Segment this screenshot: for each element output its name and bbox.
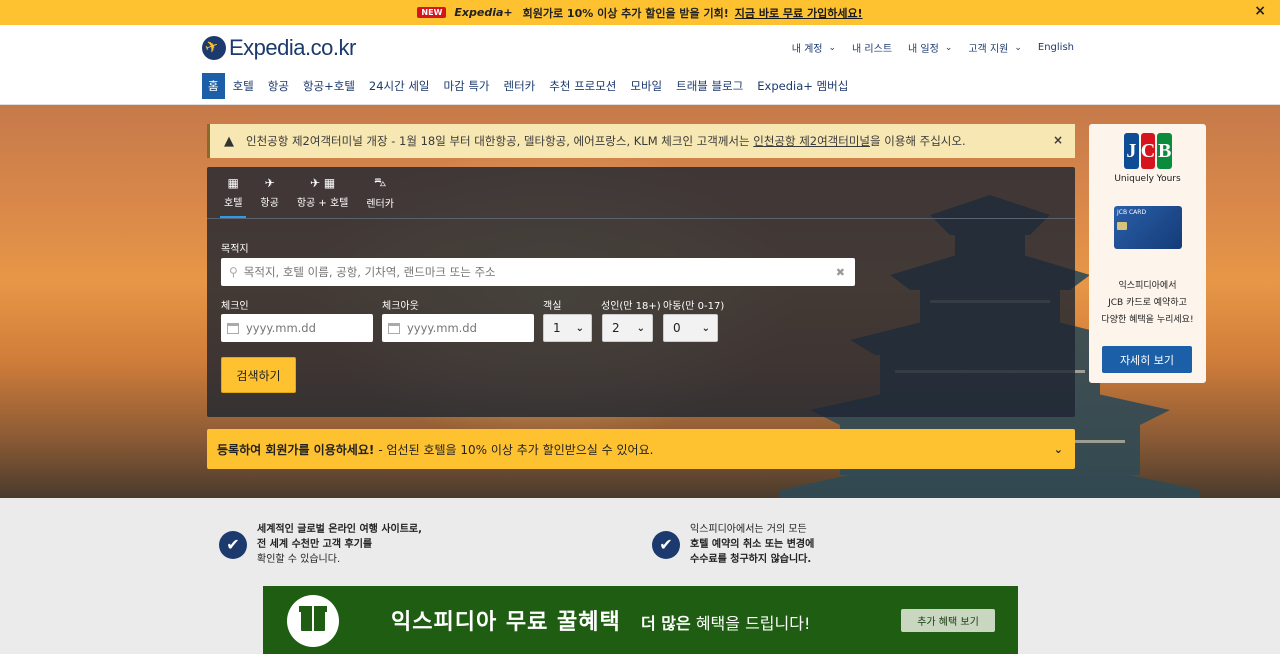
member-bar-text: - 엄선된 호텔을 10% 이상 추가 할인받으실 수 있어요.	[378, 442, 654, 457]
promo-text: 회원가로 10% 이상 추가 할인을 받을 기회!	[522, 6, 729, 20]
rooms-label: 객실	[543, 301, 562, 312]
jcb-text: 익스피디아에서 JCB 카드로 예약하고 다양한 혜택을 누리세요!	[1101, 281, 1194, 325]
support-link[interactable]: 고객 지원 ⌄	[968, 40, 1022, 56]
promo-close-icon[interactable]: ×	[1254, 3, 1266, 19]
search-panel: ▦ 호텔 ✈ 항공 ✈ ▦ 항공 + 호텔 ⛍ 렌터카 목적지 ⚲ ✖ 체크인 …	[207, 167, 1075, 417]
checkout-label: 체크아웃	[382, 301, 419, 312]
nav-promotions[interactable]: 추천 프로모션	[543, 73, 622, 99]
checkin-label: 체크인	[221, 301, 249, 312]
checkmark-icon: ✔	[219, 530, 247, 559]
destination-label: 목적지	[221, 244, 249, 255]
alert-text: 인천공항 제2여객터미널 개장 - 1월 18일 부터 대한항공, 델타항공, …	[246, 134, 966, 148]
tab-car-rental[interactable]: ⛍ 렌터카	[358, 167, 402, 218]
adults-label: 성인(만 18+)	[601, 301, 661, 312]
expedia-plus-brand: Expedia+	[454, 6, 513, 19]
card-chip	[1117, 222, 1127, 230]
building-icon: ▦	[227, 176, 239, 190]
english-link[interactable]: English	[1038, 40, 1074, 55]
chevron-down-icon: ⌄	[575, 322, 584, 334]
nav-mobile[interactable]: 모바일	[624, 73, 668, 99]
chevron-down-icon: ⌄	[1014, 42, 1022, 53]
search-tabs: ▦ 호텔 ✈ 항공 ✈ ▦ 항공 + 호텔 ⛍ 렌터카	[207, 167, 1075, 219]
car-icon: ⛍	[373, 175, 387, 189]
main-nav: 홈 호텔 항공 항공+호텔 24시간 세일 마감 특가 렌터카 추천 프로모션 …	[202, 73, 856, 99]
plane-building-icon: ✈ ▦	[309, 176, 336, 190]
checkout-input[interactable]	[407, 321, 527, 335]
chevron-down-icon: ⌄	[944, 42, 953, 53]
rooms-select[interactable]: 1 ⌄	[543, 314, 592, 342]
jcb-details-button[interactable]: 자세히 보기	[1102, 346, 1192, 373]
jcb-card-image: JCB CARD	[1114, 206, 1182, 249]
chevron-down-icon: ⌄	[701, 322, 710, 334]
banner-title: 익스피디아 무료 꿀혜택	[391, 610, 621, 635]
calendar-icon	[388, 322, 400, 334]
nav-flights[interactable]: 항공	[262, 73, 295, 99]
clear-icon[interactable]: ✖	[836, 266, 845, 279]
destination-field[interactable]: ⚲ ✖	[221, 258, 855, 286]
member-signup-bar[interactable]: 등록하여 회원가를 이용하세요! - 엄선된 호텔을 10% 이상 추가 할인받…	[207, 429, 1075, 469]
my-account-link[interactable]: 내 계정 ⌄	[792, 40, 837, 56]
chevron-down-icon: ⌄	[636, 322, 645, 334]
globe-plane-icon	[202, 36, 226, 60]
gift-icon	[287, 595, 339, 647]
benefits-banner[interactable]: 익스피디아 무료 꿀혜택 더 많은 혜택을 드립니다! 추가 혜택 보기	[263, 586, 1018, 654]
nav-travel-blog[interactable]: 트래블 블로그	[670, 73, 749, 99]
nav-home[interactable]: 홈	[202, 73, 225, 99]
tab-flights[interactable]: ✈ 항공	[252, 167, 286, 218]
jcb-tagline: Uniquely Yours	[1114, 174, 1181, 184]
nav-car-rental[interactable]: 렌터카	[498, 73, 542, 99]
children-select[interactable]: 0 ⌄	[663, 314, 718, 342]
nav-24h-sale[interactable]: 24시간 세일	[363, 73, 436, 99]
logo-text: Expedia.co.kr	[229, 35, 356, 60]
location-pin-icon: ⚲	[229, 265, 238, 279]
calendar-icon	[227, 322, 239, 334]
promo-bar: NEW Expedia+ 회원가로 10% 이상 추가 할인을 받을 기회! 지…	[0, 0, 1280, 25]
nav-membership[interactable]: Expedia+ 멤버십	[751, 73, 854, 99]
plane-icon: ✈	[264, 176, 275, 190]
benefit-free-cancel: ✔ 익스피디아에서는 거의 모든 호텔 예약의 취소 또는 변경에 수수료를 청…	[652, 522, 814, 567]
adults-select[interactable]: 2 ⌄	[602, 314, 653, 342]
new-badge: NEW	[417, 7, 447, 18]
more-benefits-button[interactable]: 추가 혜택 보기	[901, 609, 995, 632]
children-label: 아동(만 0-17)	[663, 301, 725, 312]
my-list-link[interactable]: 내 리스트	[852, 40, 892, 55]
alert-close-icon[interactable]: ×	[1053, 133, 1063, 147]
tab-hotels[interactable]: ▦ 호텔	[216, 167, 250, 218]
jcb-logo: J C B	[1123, 133, 1173, 169]
my-trips-link[interactable]: 내 일정 ⌄	[908, 40, 953, 56]
banner-subtitle: 더 많은 혜택을 드립니다!	[641, 614, 811, 633]
checkin-input[interactable]	[246, 321, 366, 335]
member-bar-bold: 등록하여 회원가를 이용하세요!	[217, 442, 375, 457]
search-button[interactable]: 검색하기	[221, 357, 296, 393]
jcb-ad: J C B Uniquely Yours JCB CARD 익스피디아에서 JC…	[1089, 124, 1206, 383]
nav-last-minute[interactable]: 마감 특가	[438, 73, 496, 99]
promo-signup-link[interactable]: 지금 바로 무료 가입하세요!	[735, 5, 863, 21]
chevron-down-icon[interactable]: ⌄	[1054, 443, 1063, 456]
expedia-logo[interactable]: Expedia.co.kr	[202, 35, 356, 61]
destination-input[interactable]	[243, 265, 804, 279]
chevron-down-icon: ⌄	[828, 42, 837, 53]
tab-flight-hotel[interactable]: ✈ ▦ 항공 + 호텔	[289, 167, 357, 218]
alert-terminal-link[interactable]: 인천공항 제2여객터미널	[753, 134, 870, 148]
benefit-reviews: ✔ 세계적인 글로벌 온라인 여행 사이트로, 전 세계 수천만 고객 후기를 …	[219, 522, 422, 567]
warning-icon: ▲	[224, 133, 234, 149]
checkmark-icon: ✔	[652, 530, 680, 559]
nav-flight-hotel[interactable]: 항공+호텔	[297, 73, 361, 99]
account-links: 내 계정 ⌄ 내 리스트 내 일정 ⌄ 고객 지원 ⌄ English	[792, 40, 1074, 55]
nav-hotels[interactable]: 호텔	[227, 73, 260, 99]
site-header: Expedia.co.kr 내 계정⌄ 내 리스트 내 일정⌄ 고객 지원⌄ E…	[0, 25, 1280, 105]
terminal-alert: ▲ 인천공항 제2여객터미널 개장 - 1월 18일 부터 대한항공, 델타항공…	[207, 124, 1075, 158]
checkin-field[interactable]	[221, 314, 373, 342]
checkout-field[interactable]	[382, 314, 534, 342]
